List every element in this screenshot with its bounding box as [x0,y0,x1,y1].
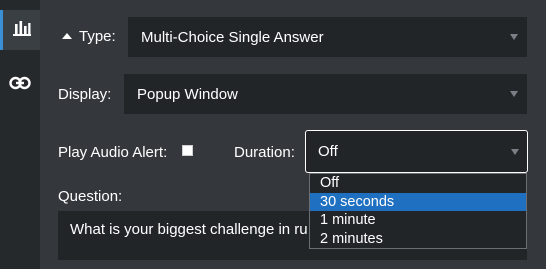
app-window: Type: Multi-Choice Single Answer Display… [0,0,546,269]
duration-label: Duration: [234,144,295,161]
duration-option-30-seconds[interactable]: 30 seconds [310,192,526,211]
type-select-value: Multi-Choice Single Answer [141,28,324,46]
type-select[interactable]: Multi-Choice Single Answer [128,17,527,57]
display-label: Display: [58,86,112,103]
link-icon [9,76,31,95]
collapse-triangle-icon [62,32,72,39]
audio-alert-checkbox[interactable] [182,145,193,156]
question-label: Question: [58,188,123,205]
audio-alert-label: Play Audio Alert: [58,144,168,161]
duration-dropdown-list: Off 30 seconds 1 minute 2 minutes [309,173,527,249]
type-label-group[interactable]: Type: [62,28,116,46]
display-select-value: Popup Window [137,85,238,103]
type-label: Type: [79,28,116,45]
display-select[interactable]: Popup Window [124,74,527,114]
duration-option-2-minutes[interactable]: 2 minutes [310,230,526,249]
sidebar-rail [0,0,40,269]
sidebar-item-link[interactable] [0,65,40,105]
chevron-down-icon [510,91,518,97]
question-text: What is your biggest challenge in ru [70,221,308,238]
duration-select-value: Off [318,143,338,160]
duration-select[interactable]: Off [305,130,528,173]
duration-option-1-minute[interactable]: 1 minute [310,211,526,230]
duration-option-off[interactable]: Off [310,174,526,193]
chevron-down-icon [510,34,518,40]
bar-chart-icon [12,20,32,41]
chevron-down-icon [511,148,519,155]
sidebar-item-chart[interactable] [0,10,40,50]
